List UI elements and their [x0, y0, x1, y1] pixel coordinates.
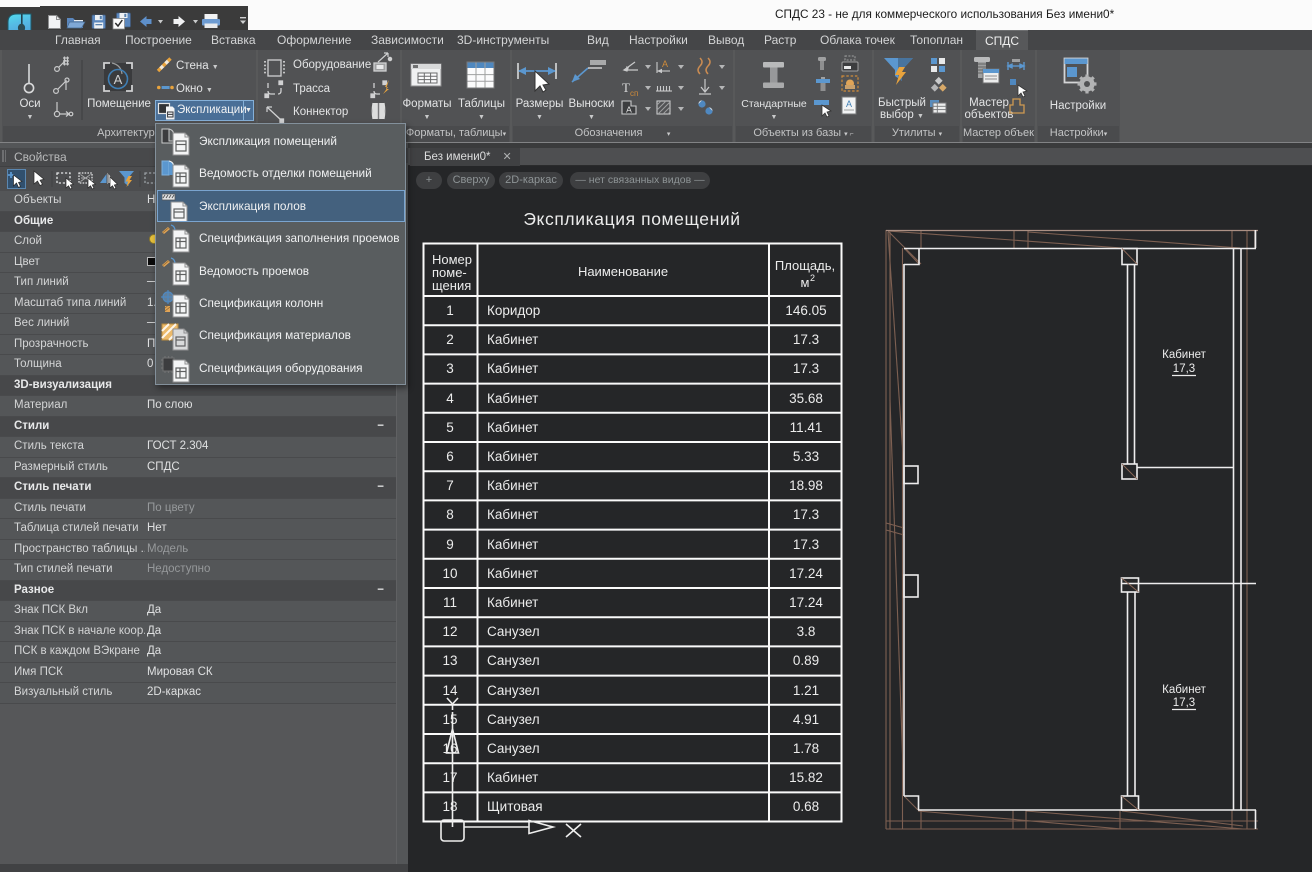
- svg-text:5: 5: [446, 420, 454, 435]
- svg-text:9: 9: [446, 537, 454, 552]
- svg-text:11: 11: [443, 595, 457, 610]
- svg-text:Щитовая: Щитовая: [487, 799, 543, 814]
- svg-text:T: T: [622, 80, 630, 95]
- svg-text:4.91: 4.91: [793, 712, 819, 727]
- svg-text:15: 15: [442, 712, 457, 727]
- svg-text:A: A: [626, 105, 632, 115]
- svg-text:7: 7: [446, 478, 454, 493]
- svg-text:13: 13: [442, 653, 457, 668]
- svg-text:2: 2: [446, 332, 454, 347]
- svg-text:Санузел: Санузел: [487, 653, 540, 668]
- svg-text:18: 18: [442, 799, 457, 814]
- svg-text:3.8: 3.8: [797, 624, 816, 639]
- svg-text:сп: сп: [630, 89, 638, 98]
- svg-text:35.68: 35.68: [789, 391, 823, 406]
- svg-text:Кабинет: Кабинет: [487, 361, 538, 376]
- svg-text:17.3: 17.3: [793, 507, 819, 522]
- svg-text:Кабинет: Кабинет: [487, 332, 538, 347]
- svg-text:0.68: 0.68: [793, 799, 819, 814]
- svg-text:Кабинет: Кабинет: [487, 595, 538, 610]
- svg-text:1.78: 1.78: [793, 741, 819, 756]
- svg-text:Кабинет: Кабинет: [487, 478, 538, 493]
- svg-text:Кабинет: Кабинет: [487, 449, 538, 464]
- svg-text:17.24: 17.24: [789, 566, 823, 581]
- svg-text:Кабинет: Кабинет: [1162, 349, 1206, 361]
- svg-text:A: A: [114, 72, 123, 87]
- svg-text:0.89: 0.89: [793, 653, 819, 668]
- svg-text:Наименование: Наименование: [578, 264, 668, 279]
- svg-text:Санузел: Санузел: [487, 741, 540, 756]
- svg-text:6: 6: [446, 449, 454, 464]
- svg-text:Кабинет: Кабинет: [487, 391, 538, 406]
- svg-text:17: 17: [442, 770, 457, 785]
- svg-text:17.3: 17.3: [793, 537, 819, 552]
- svg-text:Санузел: Санузел: [487, 712, 540, 727]
- svg-text:8: 8: [446, 507, 454, 522]
- svg-text:17.24: 17.24: [789, 595, 823, 610]
- svg-text:4: 4: [446, 391, 454, 406]
- svg-text:Коридор: Коридор: [487, 303, 540, 318]
- svg-text:12: 12: [442, 624, 457, 639]
- svg-text:A: A: [846, 99, 852, 109]
- svg-text:Кабинет: Кабинет: [487, 507, 538, 522]
- svg-text:Экспликация помещений: Экспликация помещений: [523, 209, 740, 229]
- svg-text:5.33: 5.33: [793, 449, 819, 464]
- svg-text:1: 1: [446, 303, 454, 318]
- svg-text:17,3: 17,3: [1173, 363, 1195, 375]
- svg-text:14: 14: [442, 683, 458, 698]
- svg-text:3: 3: [446, 361, 454, 376]
- svg-text:Санузел: Санузел: [487, 683, 540, 698]
- svg-text:м: м: [801, 275, 810, 290]
- svg-text:Кабинет: Кабинет: [1162, 684, 1206, 696]
- svg-text:17.3: 17.3: [793, 332, 819, 347]
- svg-text:Кабинет: Кабинет: [487, 420, 538, 435]
- svg-text:18.98: 18.98: [789, 478, 823, 493]
- svg-text:Кабинет: Кабинет: [487, 770, 538, 785]
- svg-text:щения: щения: [432, 278, 471, 293]
- svg-text:15.82: 15.82: [789, 770, 823, 785]
- svg-text:11.41: 11.41: [790, 420, 823, 435]
- svg-text:Площадь,: Площадь,: [775, 258, 835, 273]
- svg-text:1.21: 1.21: [793, 683, 819, 698]
- svg-text:17.3: 17.3: [793, 361, 819, 376]
- svg-text:Кабинет: Кабинет: [487, 537, 538, 552]
- svg-text:10: 10: [442, 566, 457, 581]
- svg-text:A: A: [662, 59, 668, 69]
- svg-text:Кабинет: Кабинет: [487, 566, 538, 581]
- svg-text:2: 2: [810, 273, 815, 283]
- svg-text:17,3: 17,3: [1173, 697, 1195, 709]
- svg-text:Санузел: Санузел: [487, 624, 540, 639]
- svg-text:146.05: 146.05: [785, 303, 826, 318]
